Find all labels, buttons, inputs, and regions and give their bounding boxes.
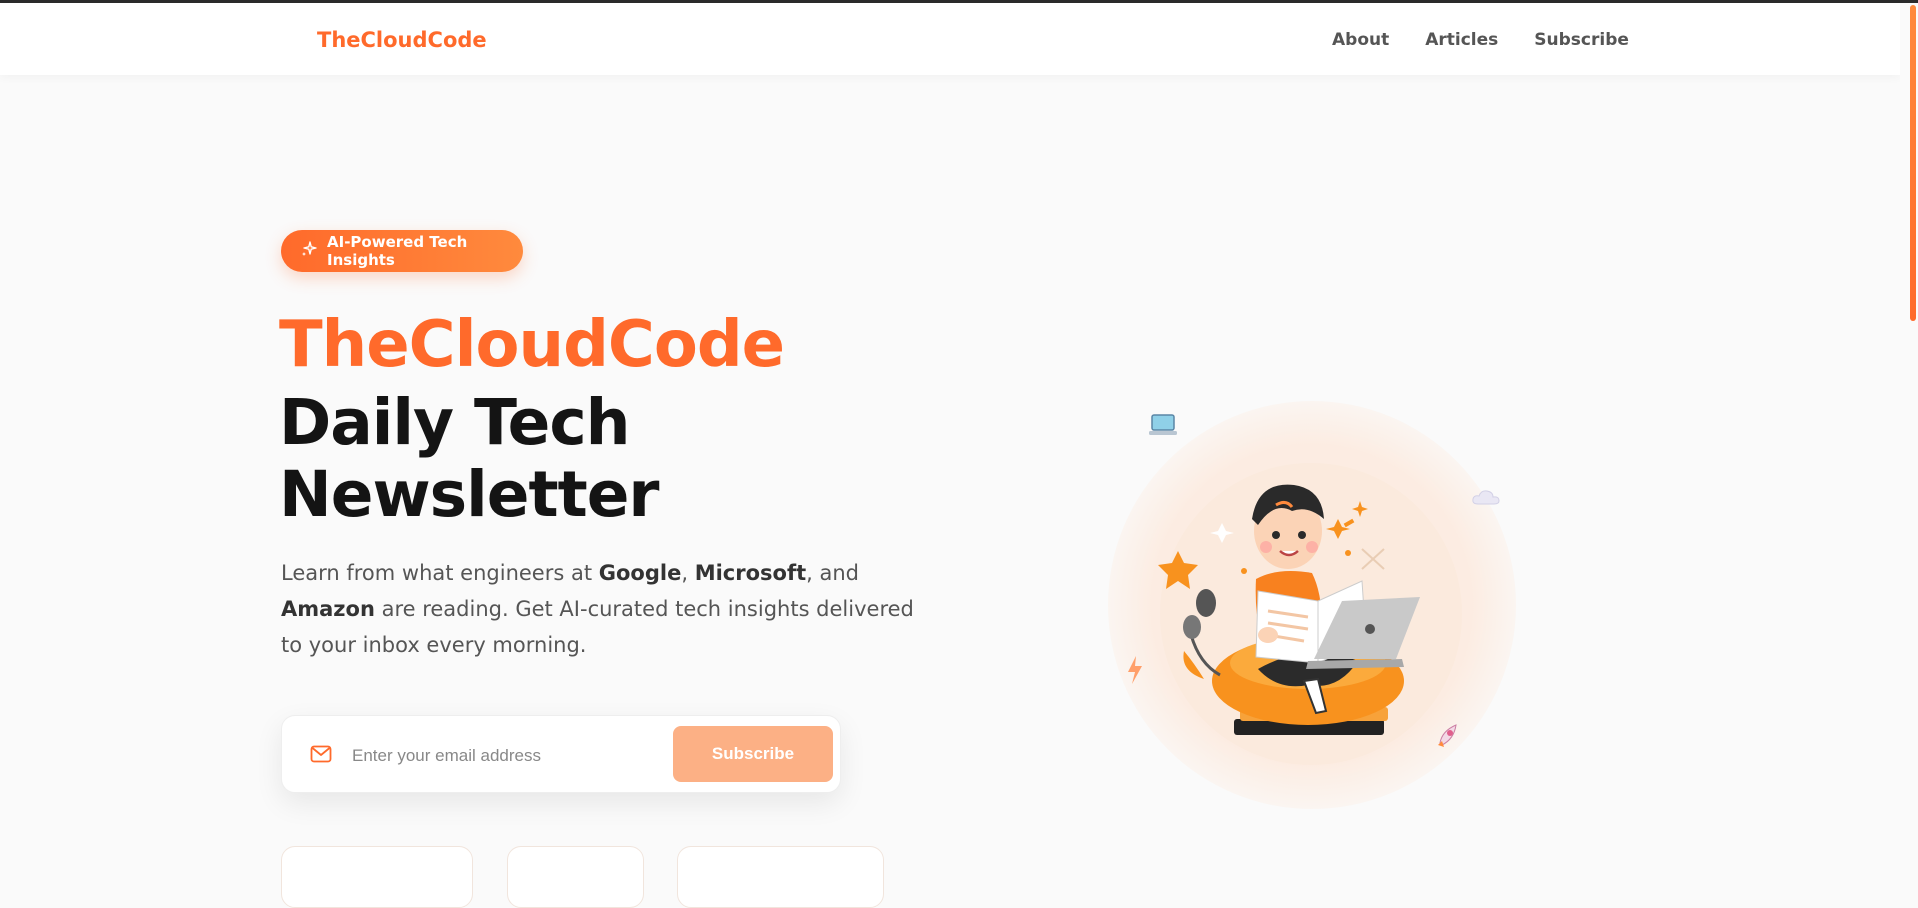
page-scrollbar[interactable] [1900, 3, 1918, 883]
nav-about-link[interactable]: About [1332, 30, 1389, 50]
hero-desc-sep-2: , and [806, 561, 859, 585]
email-input[interactable] [350, 736, 654, 776]
hero-description: Learn from what engineers at Google, Mic… [281, 555, 941, 663]
laptop-icon [1148, 413, 1178, 443]
hero-desc-sep-1: , [681, 561, 695, 585]
company-microsoft: Microsoft [694, 561, 807, 585]
company-amazon: Amazon [281, 597, 375, 621]
hero-desc-suffix: are reading. Get AI-curated tech insight… [281, 597, 914, 657]
main-nav: About Articles Subscribe [1332, 30, 1629, 50]
stat-card [677, 846, 884, 908]
company-google: Google [598, 561, 682, 585]
hero-title-main: Daily Tech Newsletter [279, 386, 660, 531]
mail-icon [310, 745, 332, 767]
lightning-icon [1126, 655, 1144, 689]
cloud-icon [1470, 487, 1502, 511]
scrollbar-thumb[interactable] [1910, 5, 1916, 321]
rocket-icon [1432, 719, 1464, 755]
stat-card [507, 846, 644, 908]
top-navigation-bar: TheCloudCode About Articles Subscribe [0, 3, 1900, 75]
newsletter-signup-form: Subscribe [281, 715, 841, 793]
brand-logo-link[interactable]: TheCloudCode [317, 28, 487, 52]
hero-title-brand: TheCloudCode [279, 308, 785, 382]
stat-card [281, 846, 473, 908]
sparkles-icon [301, 241, 317, 261]
hero-desc-prefix: Learn from what engineers at [281, 561, 599, 585]
nav-articles-link[interactable]: Articles [1425, 30, 1498, 50]
nav-subscribe-link[interactable]: Subscribe [1534, 30, 1629, 50]
hero-badge-label: AI-Powered Tech Insights [327, 233, 468, 269]
hero-badge: AI-Powered Tech Insights [281, 230, 523, 272]
subscribe-button[interactable]: Subscribe [673, 726, 833, 782]
